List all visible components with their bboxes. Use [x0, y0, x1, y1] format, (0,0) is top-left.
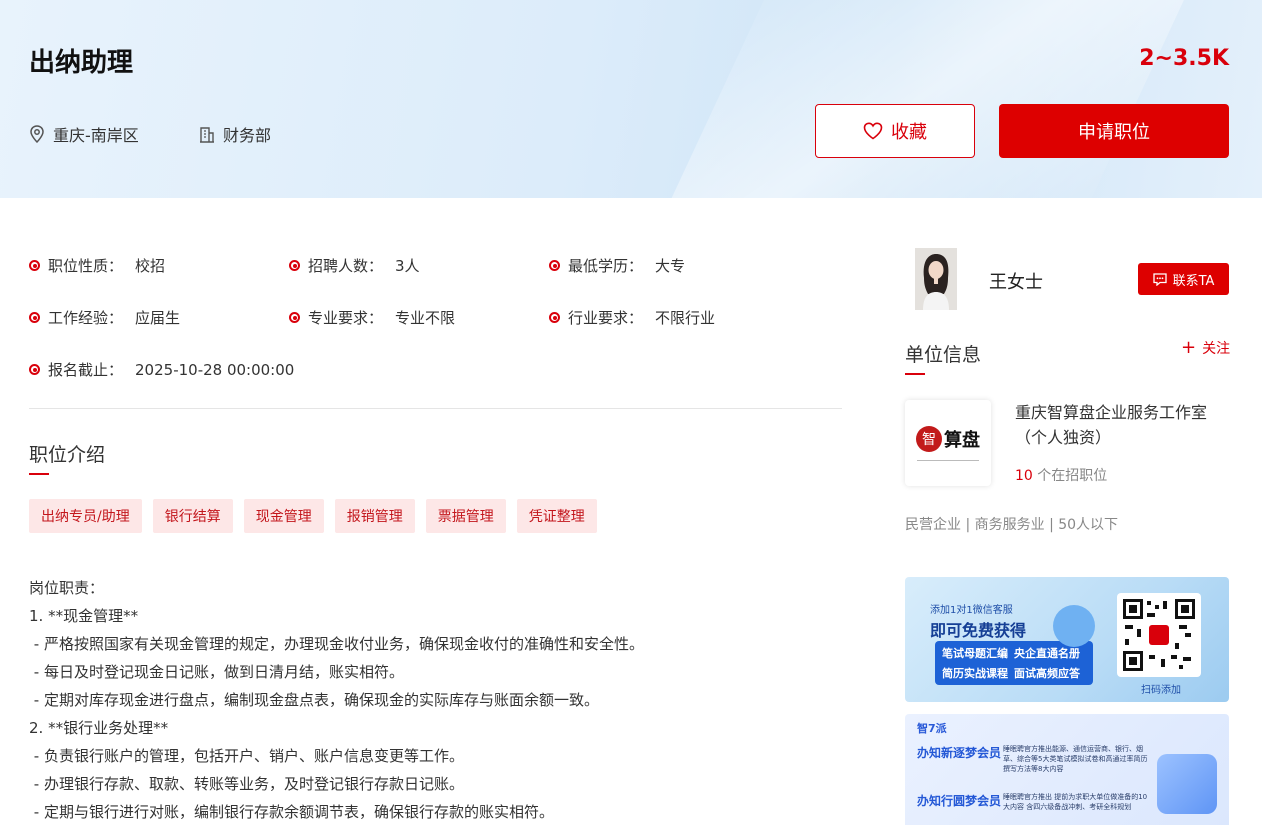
plus-icon: + — [1181, 337, 1197, 358]
ad1-line2: 即可免费获得 — [930, 621, 1027, 640]
ad2-brand: 智7派 — [917, 722, 947, 735]
skill-tag: 出纳专员/助理 — [29, 499, 142, 533]
bullet-icon — [549, 260, 560, 271]
skill-tag: 现金管理 — [243, 499, 324, 533]
wechat-service-ad[interactable]: 添加1对1微信客服 即可免费获得 笔试母题汇编 央企直通名册 简历实战课程 面试… — [905, 577, 1229, 702]
ad1-btn1: 笔试母题汇编 — [942, 647, 1008, 660]
bullet-icon — [29, 260, 40, 271]
intro-title: 职位介绍 — [29, 440, 105, 475]
company-name[interactable]: 重庆智算盘企业服务工作室（个人独资） — [1015, 400, 1230, 450]
favorite-label: 收藏 — [891, 122, 927, 143]
chat-icon — [1152, 272, 1167, 286]
logo-mark: 智 算盘 — [916, 425, 980, 452]
title-underline — [905, 373, 925, 375]
bullet-icon — [549, 312, 560, 323]
contact-button-label: 联系TA — [1172, 273, 1215, 289]
skill-tags: 出纳专员/助理 银行结算 现金管理 报销管理 票据管理 凭证整理 — [29, 499, 608, 533]
ad2-row2-title: 办知行圆梦会员 — [917, 794, 1002, 808]
ad1-btn4: 面试高频应答 — [1014, 667, 1080, 680]
recruiter-name: 王女士 — [989, 272, 1043, 293]
ad1-scan: 扫码添加 — [1141, 685, 1181, 696]
attr-education: 最低学历： 大专 — [549, 255, 685, 276]
follow-button[interactable]: + 关注 — [1181, 338, 1230, 358]
heart-icon — [863, 122, 883, 140]
job-department: 财务部 — [199, 122, 271, 146]
open-jobs[interactable]: 10 个在招职位 — [1015, 465, 1107, 485]
ad1-line1: 添加1对1微信客服 — [930, 605, 1013, 616]
building-icon — [200, 126, 214, 143]
3d-box-icon — [1157, 754, 1217, 814]
attr-job-type: 职位性质： 校招 — [29, 255, 165, 276]
ad1-btn2: 央企直通名册 — [1014, 647, 1080, 660]
bullet-icon — [289, 260, 300, 271]
department-text: 财务部 — [223, 126, 272, 145]
location-text: 重庆-南岸区 — [53, 126, 139, 145]
ad2-row1-text: 睡眠聘官方推出能源、通信运营商、银行、烟草、综合等5大类笔试模拟试卷和高通过率简… — [1003, 745, 1148, 773]
attr-deadline: 报名截止： 2025-10-28 00:00:00 — [29, 359, 294, 380]
location-pin-icon — [30, 125, 44, 143]
skill-tag: 凭证整理 — [516, 499, 597, 533]
ad2-row1-title: 办知新逐梦会员 — [917, 746, 1002, 760]
divider — [29, 408, 842, 409]
logo-seal-icon: 智 — [916, 425, 942, 452]
ad1-btn3: 简历实战课程 — [942, 667, 1008, 680]
logo-line — [917, 459, 979, 461]
company-section-title: 单位信息 — [905, 340, 981, 375]
membership-ad[interactable]: 智7派 办知新逐梦会员 睡眠聘官方推出能源、通信运营商、银行、烟草、综合等5大类… — [905, 714, 1229, 825]
open-jobs-count: 10 — [1015, 468, 1033, 484]
bullet-icon — [29, 312, 40, 323]
qr-code-icon — [1123, 599, 1195, 671]
banner-decoration — [661, 0, 1203, 198]
company-logo[interactable]: 智 算盘 — [905, 400, 991, 486]
favorite-button[interactable]: 收藏 — [815, 104, 975, 158]
headset-icon — [1053, 605, 1095, 647]
attr-experience: 工作经验： 应届生 — [29, 307, 180, 328]
title-underline — [29, 473, 49, 475]
attr-industry: 行业要求： 不限行业 — [549, 307, 715, 328]
job-title: 出纳助理 — [29, 48, 134, 78]
ad2-row2-text: 睡眠聘官方推出 提前为求职大单位做准备的10大内容 含四六级备战冲刺、考研全科规… — [1003, 793, 1148, 811]
job-description: 岗位职责： 1. **现金管理** - 严格按照国家有关现金管理的规定，办理现金… — [29, 579, 644, 821]
salary: 2~3.5K — [1139, 46, 1229, 71]
job-location: 重庆-南岸区 — [29, 122, 139, 146]
contact-button[interactable]: 联系TA — [1138, 263, 1229, 295]
skill-tag: 报销管理 — [334, 499, 415, 533]
logo-text: 算盘 — [944, 429, 980, 451]
skill-tag: 银行结算 — [152, 499, 233, 533]
avatar — [915, 248, 957, 310]
skill-tag: 票据管理 — [425, 499, 506, 533]
company-info: 民营企业 | 商务服务业 | 50人以下 — [905, 517, 1119, 533]
job-header — [0, 0, 1262, 198]
attr-headcount: 招聘人数： 3人 — [289, 255, 420, 276]
person-photo-icon — [915, 248, 957, 310]
bullet-icon — [29, 364, 40, 375]
apply-button[interactable]: 申请职位 — [999, 104, 1229, 158]
qr-code — [1117, 593, 1201, 677]
attr-major: 专业要求： 专业不限 — [289, 307, 455, 328]
open-jobs-suffix: 个在招职位 — [1032, 468, 1108, 484]
bullet-icon — [289, 312, 300, 323]
